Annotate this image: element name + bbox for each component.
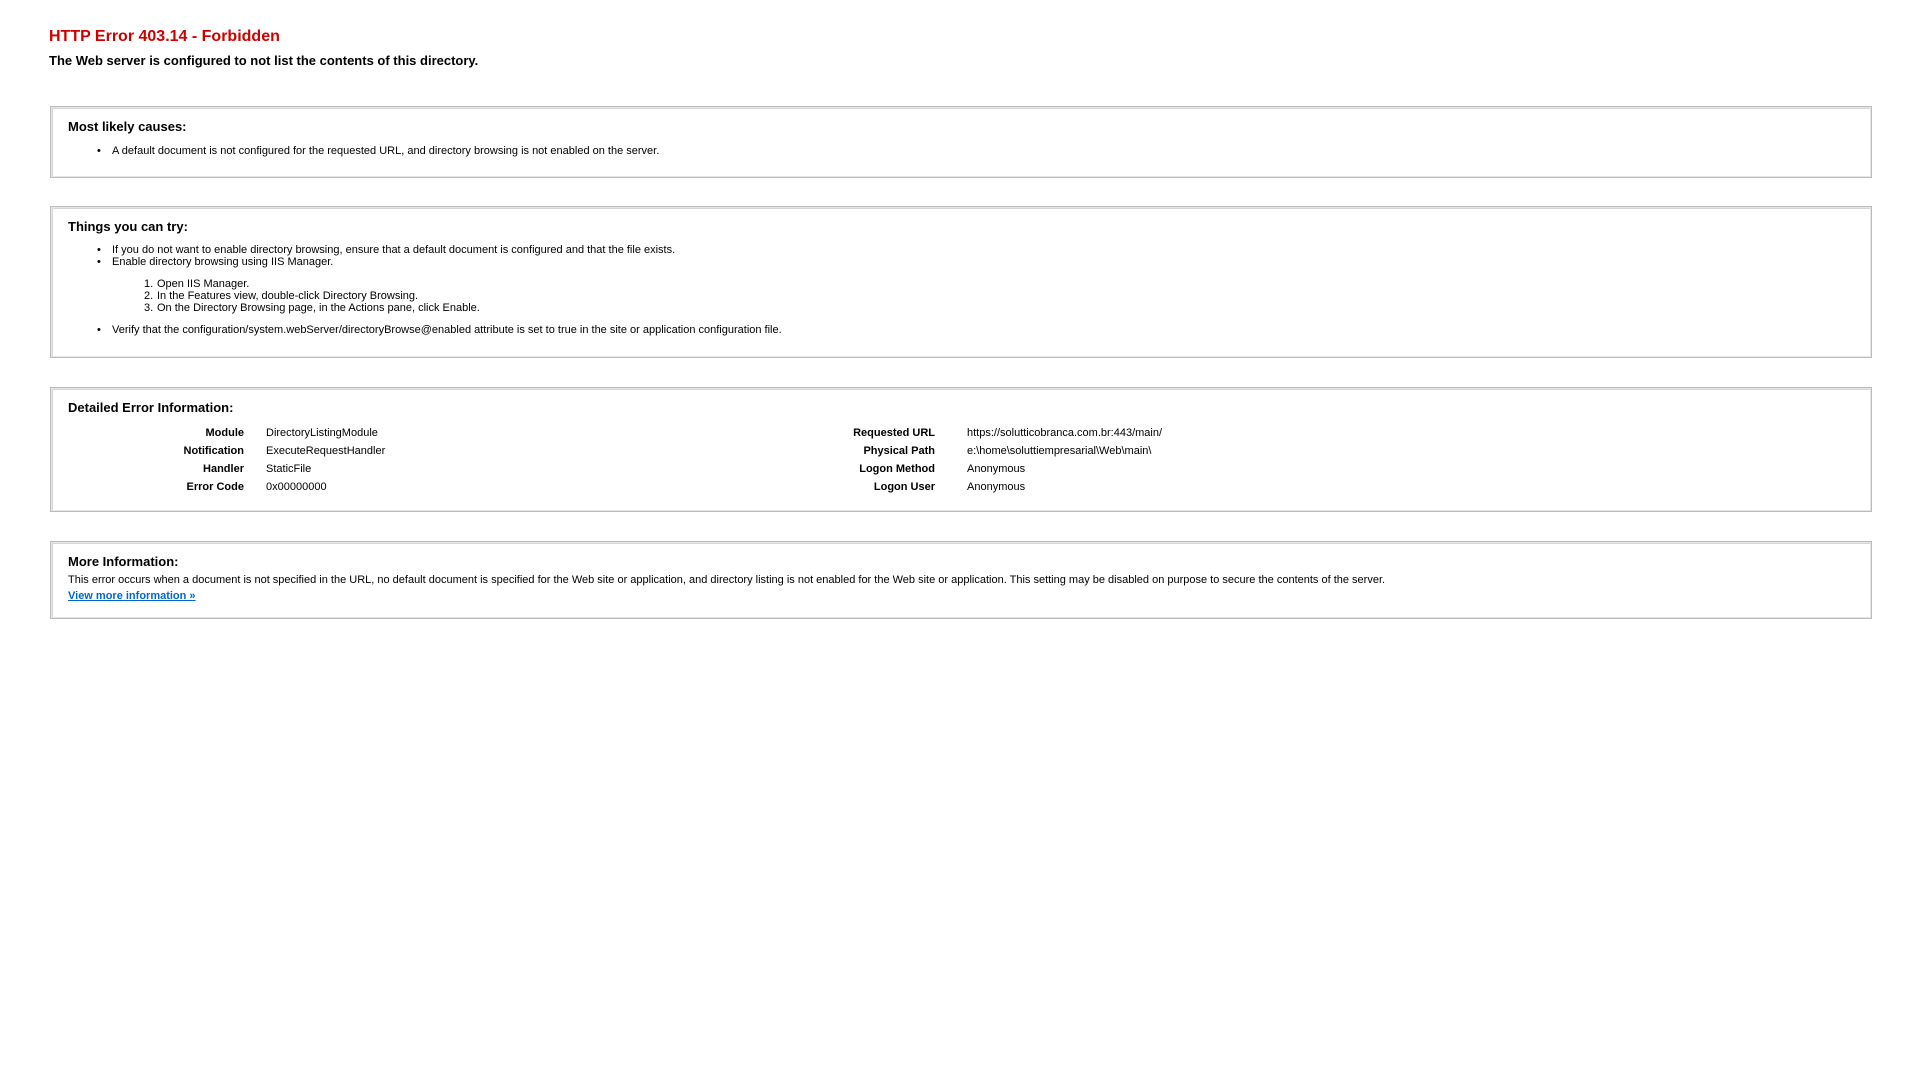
list-item-text: Verify that the configuration/system.web… [112,324,782,336]
steps-list: 1. Open IIS Manager. 2. In the Features … [144,278,782,314]
causes-title: Most likely causes: [68,119,187,134]
detail-label: Logon User [873,481,935,493]
page-header: HTTP Error 403.14 - Forbidden The Web se… [49,26,478,70]
details-box: Detailed Error Information: Module Notif… [50,387,1872,512]
details-right-column: Requested URL Physical Path Logon Method… [51,424,935,496]
list-item-text: Enable directory browsing using IIS Mana… [112,256,334,268]
list-item: • Enable directory browsing using IIS Ma… [97,256,782,314]
list-item: • A default document is not configured f… [97,145,660,157]
detail-value: Anonymous [967,481,1026,493]
list-item-text: If you do not want to enable directory b… [112,244,676,256]
view-more-information-link[interactable]: View more information » [68,590,196,602]
more-info-box: More Information: This error occurs when… [50,541,1872,619]
causes-list: • A default document is not configured f… [97,145,660,157]
step-number: 3. [144,302,154,314]
bullet-icon: • [97,324,101,336]
bullet-icon: • [97,244,101,256]
detail-value: https://solutticobranca.com.br:443/main/ [967,427,1163,439]
detail-value: Anonymous [967,463,1026,475]
details-title: Detailed Error Information: [68,400,234,415]
bullet-icon: • [97,145,101,157]
step-text: On the Directory Browsing page, in the A… [157,302,480,314]
detail-label: Requested URL [853,427,935,439]
detail-label: Physical Path [863,445,935,457]
detail-row: Anonymous [967,478,1567,496]
details-right-values: https://solutticobranca.com.br:443/main/… [967,424,1567,496]
list-item: • If you do not want to enable directory… [97,244,782,256]
detail-row: https://solutticobranca.com.br:443/main/ [967,424,1567,442]
step-text: Open IIS Manager. [157,278,250,290]
page-title: HTTP Error 403.14 - Forbidden [49,28,280,45]
step-item: 2. In the Features view, double-click Di… [144,290,782,302]
detail-row: Physical Path [51,442,935,460]
step-item: 1. Open IIS Manager. [144,278,782,290]
bullet-icon: • [97,256,101,268]
step-number: 2. [144,290,154,302]
page-subtitle: The Web server is configured to not list… [49,53,479,68]
try-title: Things you can try: [68,219,188,234]
detail-label: Logon Method [859,463,935,475]
detail-value: e:\home\soluttiempresarial\Web\main\ [967,445,1152,457]
more-info-text: This error occurs when a document is not… [68,574,1386,586]
step-text: In the Features view, double-click Direc… [157,290,419,302]
more-info-title: More Information: [68,554,179,569]
causes-box: Most likely causes: • A default document… [50,106,1872,178]
detail-row: Logon User [51,478,935,496]
step-item: 3. On the Directory Browsing page, in th… [144,302,782,314]
list-item: • Verify that the configuration/system.w… [97,324,782,336]
detail-row: e:\home\soluttiempresarial\Web\main\ [967,442,1567,460]
try-box: Things you can try: • If you do not want… [50,206,1872,358]
detail-row: Anonymous [967,460,1567,478]
detail-row: Requested URL [51,424,935,442]
detail-row: Logon Method [51,460,935,478]
step-number: 1. [144,278,154,290]
error-page: HTTP Error 403.14 - Forbidden The Web se… [0,0,1920,1080]
list-item-text: A default document is not configured for… [112,145,660,157]
try-list: • If you do not want to enable directory… [97,244,782,336]
more-info-content: This error occurs when a document is not… [68,574,1848,604]
